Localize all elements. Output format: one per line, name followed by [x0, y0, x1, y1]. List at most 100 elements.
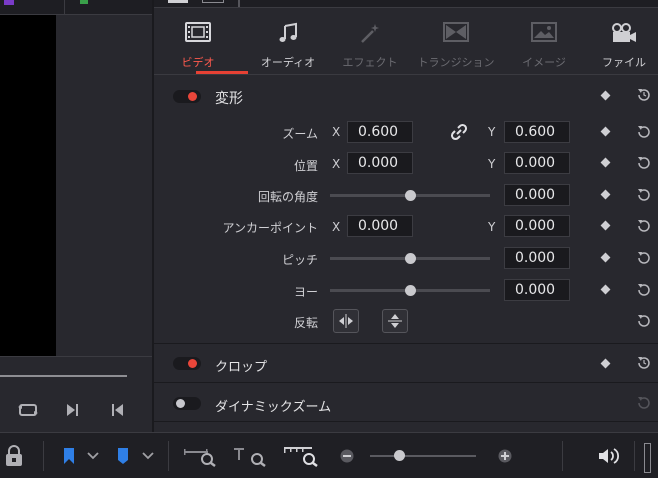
pitch-slider[interactable]	[330, 253, 490, 264]
loop-icon	[18, 404, 38, 416]
transform-section-header[interactable]: 変形	[154, 77, 658, 115]
anchor-y-axis: Y	[488, 220, 496, 234]
marker-dropdown[interactable]	[86, 444, 100, 468]
rotation-slider-thumb[interactable]	[404, 190, 416, 201]
anchor-reset-icon[interactable]	[636, 218, 652, 234]
zoom-full-button[interactable]	[182, 444, 218, 468]
rotation-field[interactable]: 0.000	[504, 184, 570, 206]
tabs-divider	[154, 74, 658, 75]
rotation-keyframe-icon[interactable]	[600, 189, 611, 200]
yaw-slider-thumb[interactable]	[404, 285, 416, 296]
timeline-zoom-slider[interactable]	[370, 455, 476, 457]
inspector-bottom-divider	[154, 421, 658, 422]
zoom-detail-button[interactable]	[232, 444, 268, 468]
zoom-in-button[interactable]	[496, 444, 514, 468]
transform-title: 変形	[215, 91, 243, 107]
zoom-y-field[interactable]: 0.600	[504, 121, 570, 143]
viewer-scrubber[interactable]	[0, 375, 127, 377]
zoom-out-button[interactable]	[338, 444, 356, 468]
music-note-icon	[279, 22, 297, 42]
tab-effects[interactable]: エフェクト	[326, 8, 414, 74]
tab-image-label: イメージ	[522, 56, 566, 69]
zoom-y-axis: Y	[488, 125, 496, 139]
pitch-field[interactable]: 0.000	[504, 247, 570, 269]
flip-vertical-icon	[388, 314, 402, 328]
position-y-field[interactable]: 0.000	[504, 152, 570, 174]
chevron-down-icon	[142, 452, 154, 460]
dynamic-zoom-reset-icon[interactable]	[636, 395, 652, 411]
viewer-background	[56, 15, 152, 356]
zoom-full-icon	[184, 449, 216, 467]
position-y-axis: Y	[488, 157, 496, 171]
timeline-zoom-thumb[interactable]	[394, 450, 405, 461]
tab-file[interactable]: ファイル	[580, 8, 658, 74]
position-x-axis: X	[332, 157, 341, 171]
video-preview[interactable]	[0, 15, 56, 356]
flag-button[interactable]	[114, 444, 132, 468]
tab-image[interactable]: イメージ	[500, 8, 588, 74]
anchor-y-field[interactable]: 0.000	[504, 215, 570, 237]
viewer-top-bar	[0, 0, 153, 15]
timeline-toolbar	[0, 432, 658, 478]
flip-horizontal-icon	[339, 314, 353, 328]
dynamic-zoom-toggle[interactable]	[173, 397, 201, 410]
tab-video[interactable]: ビデオ	[154, 8, 242, 74]
flag-dropdown[interactable]	[141, 444, 155, 468]
position-reset-icon[interactable]	[636, 155, 652, 171]
pitch-reset-icon[interactable]	[636, 250, 652, 266]
skip-back-icon	[112, 404, 123, 416]
dynamic-zoom-section-header[interactable]: ダイナミックズーム	[154, 383, 658, 421]
volume-button[interactable]	[596, 444, 622, 468]
loop-button[interactable]	[16, 400, 40, 420]
viewer-top-tab-1[interactable]	[0, 0, 65, 14]
transform-toggle[interactable]	[173, 90, 201, 103]
pitch-keyframe-icon[interactable]	[600, 252, 611, 263]
audio-meter	[644, 443, 651, 473]
tab-video-label: ビデオ	[181, 56, 215, 69]
crop-reset-icon[interactable]	[636, 355, 652, 371]
status-icon	[80, 0, 88, 4]
flip-horizontal-button[interactable]	[333, 309, 359, 333]
zoom-reset-icon[interactable]	[636, 124, 652, 140]
flip-reset-icon[interactable]	[636, 313, 652, 329]
tab-audio[interactable]: オーディオ	[244, 8, 332, 74]
film-icon	[185, 22, 211, 42]
plus-icon	[498, 449, 512, 463]
media-icon	[4, 0, 14, 5]
transform-reset-icon[interactable]	[636, 87, 652, 103]
marker-button[interactable]	[60, 444, 78, 468]
play-button[interactable]	[60, 400, 84, 420]
previous-frame-button[interactable]	[106, 400, 130, 420]
zoom-custom-button[interactable]	[282, 444, 320, 468]
tab-effects-label: エフェクト	[342, 56, 398, 69]
yaw-field[interactable]: 0.000	[504, 279, 570, 301]
speaker-icon	[599, 448, 620, 464]
rotation-slider[interactable]	[330, 190, 490, 201]
yaw-keyframe-icon[interactable]	[600, 284, 611, 295]
pitch-slider-thumb[interactable]	[404, 253, 416, 264]
yaw-reset-icon[interactable]	[636, 282, 652, 298]
crop-toggle[interactable]	[173, 357, 201, 370]
yaw-slider[interactable]	[330, 285, 490, 296]
anchor-x-field[interactable]: 0.000	[347, 215, 413, 237]
tab-file-label: ファイル	[602, 56, 646, 69]
anchor-label: アンカーポイント	[222, 221, 318, 235]
yaw-label: ヨー	[293, 285, 318, 299]
rotation-reset-icon[interactable]	[636, 187, 652, 203]
lock-button[interactable]	[2, 444, 26, 468]
zoom-keyframe-icon[interactable]	[600, 126, 611, 137]
zoom-custom-icon	[284, 447, 318, 467]
position-keyframe-icon[interactable]	[600, 157, 611, 168]
position-label: 位置	[293, 159, 318, 173]
viewer-divider	[0, 356, 152, 357]
flip-vertical-button[interactable]	[382, 309, 408, 333]
position-x-field[interactable]: 0.000	[347, 152, 413, 174]
viewer-top-tab-2[interactable]	[64, 0, 153, 14]
dynamic-zoom-title: ダイナミックズーム	[215, 400, 332, 415]
anchor-keyframe-icon[interactable]	[600, 220, 611, 231]
link-icon[interactable]	[450, 123, 468, 141]
tab-transitions[interactable]: トランジション	[412, 8, 500, 74]
image-icon	[531, 22, 557, 42]
crop-section-header[interactable]: クロップ	[154, 344, 658, 382]
zoom-x-field[interactable]: 0.600	[347, 121, 413, 143]
